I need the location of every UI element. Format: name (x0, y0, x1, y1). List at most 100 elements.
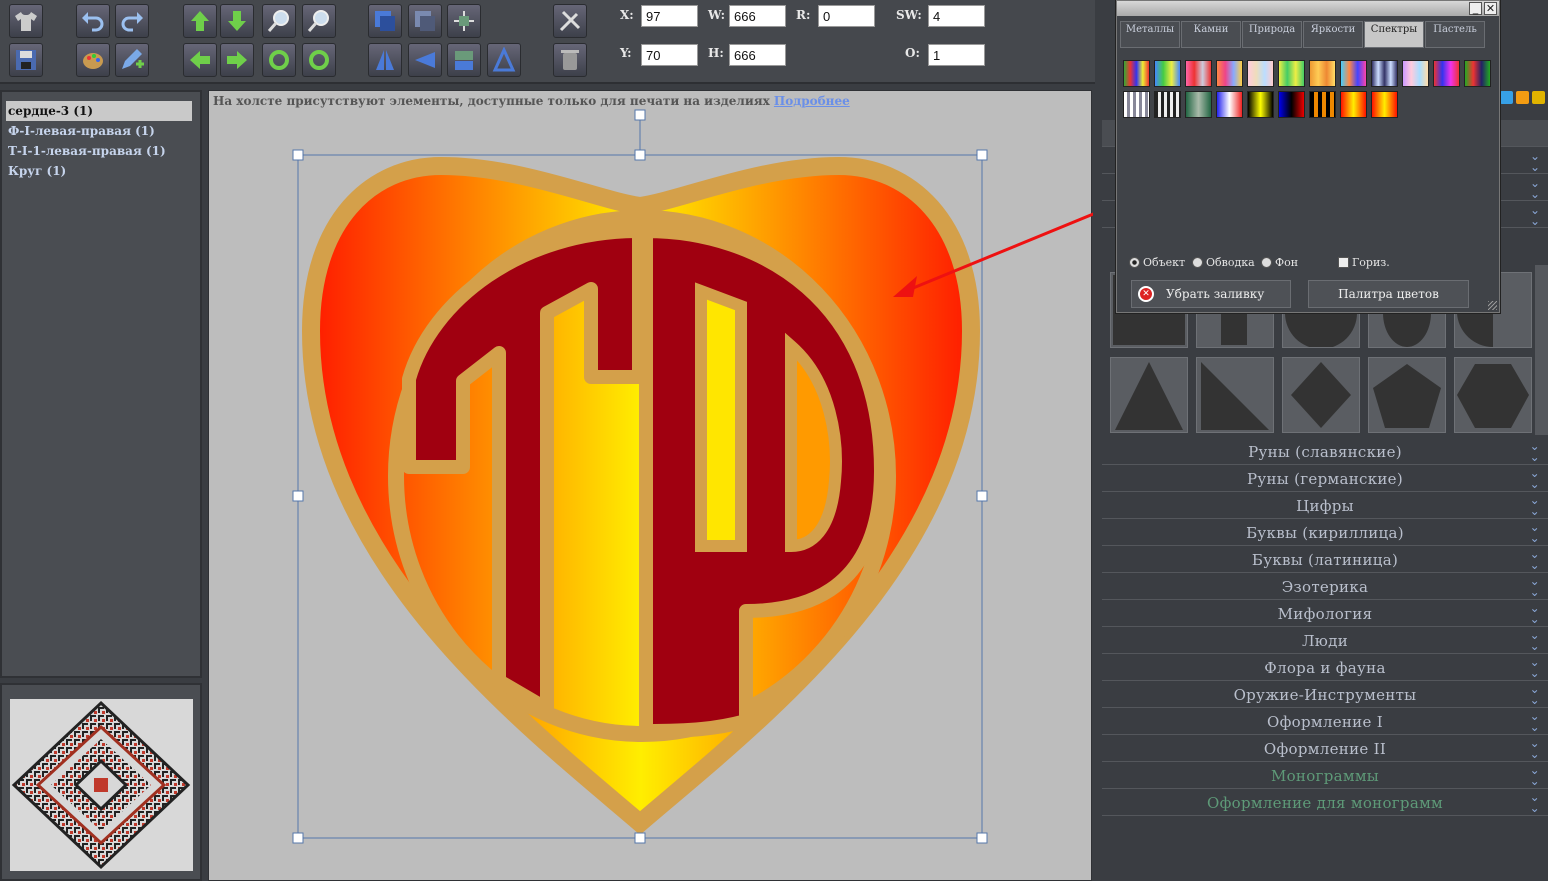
category-weapons-tools[interactable]: Оружие-Инструменты ⌄ ⌄ (1102, 682, 1548, 708)
flip-left-icon[interactable] (408, 43, 442, 77)
tab-pastel[interactable]: Пастель (1425, 21, 1485, 48)
save-icon[interactable] (9, 43, 43, 77)
gradient-swatch[interactable] (1340, 60, 1367, 87)
category-runes-slavic[interactable]: Руны (славянские) ⌄ ⌄ (1102, 439, 1548, 465)
flip-horizontal-icon[interactable] (368, 43, 402, 77)
category-decoration-1[interactable]: Оформление I ⌄ ⌄ (1102, 709, 1548, 735)
remove-fill-button[interactable]: ✕ Убрать заливку (1131, 280, 1291, 308)
layer-item[interactable]: Ф-I-левая-правая (1) (2, 121, 200, 141)
shape-hexagon[interactable] (1454, 357, 1532, 433)
mailru-icon[interactable] (1532, 91, 1545, 104)
gradient-swatch[interactable] (1123, 60, 1150, 87)
gradient-swatch[interactable] (1185, 91, 1212, 118)
category-label: Мифология (1277, 605, 1373, 623)
flip-right-icon[interactable] (487, 43, 521, 77)
radio-object[interactable]: Объект (1129, 256, 1185, 269)
category-flora-fauna[interactable]: Флора и фауна ⌄ ⌄ (1102, 655, 1548, 681)
share-icons (1500, 91, 1548, 107)
category-esoteric[interactable]: Эзотерика ⌄ ⌄ (1102, 574, 1548, 600)
move-left-icon[interactable] (183, 43, 217, 77)
shape-diamond[interactable] (1282, 357, 1360, 433)
rotate-ccw-icon[interactable] (302, 43, 336, 77)
gradient-swatch[interactable] (1185, 60, 1212, 87)
move-up-icon[interactable] (183, 4, 217, 38)
resize-grip-icon[interactable] (1488, 301, 1497, 310)
layer-item[interactable]: Т-I-1-левая-правая (1) (2, 141, 200, 161)
x-field[interactable] (641, 5, 698, 27)
undo-icon[interactable] (76, 4, 110, 38)
tab-stones[interactable]: Камни (1181, 21, 1241, 48)
twitter-icon[interactable] (1500, 91, 1513, 104)
chevron-down-icon: ⌄ ⌄ (1529, 763, 1540, 788)
move-down-icon[interactable] (220, 4, 254, 38)
category-monogram-decoration[interactable]: Оформление для монограмм ⌄ ⌄ (1102, 790, 1548, 816)
opacity-field[interactable] (928, 44, 985, 66)
tab-metals[interactable]: Металлы (1120, 21, 1180, 48)
shape-right-triangle[interactable] (1196, 357, 1274, 433)
gradient-swatch[interactable] (1433, 60, 1460, 87)
height-field[interactable] (729, 44, 786, 66)
gradient-swatch[interactable] (1278, 91, 1305, 118)
gradient-swatch[interactable] (1154, 60, 1181, 87)
gradient-swatch[interactable] (1309, 91, 1336, 118)
category-cyrillic[interactable]: Буквы (кириллица) ⌄ ⌄ (1102, 520, 1548, 546)
category-mythology[interactable]: Мифология ⌄ ⌄ (1102, 601, 1548, 627)
category-digits[interactable]: Цифры ⌄ ⌄ (1102, 493, 1548, 519)
category-decoration-2[interactable]: Оформление II ⌄ ⌄ (1102, 736, 1548, 762)
zoom-in-icon[interactable] (262, 4, 296, 38)
layer-item[interactable]: сердце-3 (1) (6, 101, 192, 121)
zoom-out-icon[interactable] (302, 4, 336, 38)
gradient-swatch[interactable] (1464, 60, 1491, 87)
trash-icon[interactable] (553, 43, 587, 77)
layer-item[interactable]: Круг (1) (2, 161, 200, 181)
gradient-swatch[interactable] (1402, 60, 1429, 87)
y-field[interactable] (641, 44, 698, 66)
pattern-preview[interactable] (10, 699, 193, 871)
radio-background[interactable]: Фон (1261, 256, 1298, 269)
gradient-swatch[interactable] (1371, 60, 1398, 87)
flip-vertical-icon[interactable] (447, 43, 481, 77)
gradient-swatch[interactable] (1247, 60, 1274, 87)
gradient-swatch[interactable] (1278, 60, 1305, 87)
category-latin[interactable]: Буквы (латиница) ⌄ ⌄ (1102, 547, 1548, 573)
gradient-swatch[interactable] (1309, 60, 1336, 87)
gradient-swatch[interactable] (1371, 91, 1398, 118)
tools-icon[interactable] (553, 4, 587, 38)
minimize-button[interactable]: _ (1469, 2, 1482, 15)
gradient-swatch[interactable] (1216, 91, 1243, 118)
bring-front-icon[interactable] (368, 4, 402, 38)
shape-triangle[interactable] (1110, 357, 1188, 433)
gradient-swatch[interactable] (1247, 91, 1274, 118)
tab-spectra[interactable]: Спектры (1364, 21, 1424, 48)
horizontal-checkbox[interactable]: Гориз. (1338, 256, 1390, 269)
radio-stroke[interactable]: Обводка (1192, 256, 1255, 269)
shape-pentagon[interactable] (1368, 357, 1446, 433)
close-button[interactable]: ✕ (1484, 2, 1497, 15)
shapes-scrollbar[interactable] (1535, 265, 1548, 435)
redo-icon[interactable] (115, 4, 149, 38)
category-monograms[interactable]: Монограммы ⌄ ⌄ (1102, 763, 1548, 789)
tab-nature[interactable]: Природа (1242, 21, 1302, 48)
edit-add-icon[interactable] (115, 43, 149, 77)
rotate-cw-icon[interactable] (262, 43, 296, 77)
gradient-swatch[interactable] (1123, 91, 1150, 118)
chevron-down-icon: ⌄ ⌄ (1529, 176, 1540, 201)
align-icon[interactable] (447, 4, 481, 38)
gradient-swatch[interactable] (1216, 60, 1243, 87)
move-right-icon[interactable] (220, 43, 254, 77)
category-runes-germanic[interactable]: Руны (германские) ⌄ ⌄ (1102, 466, 1548, 492)
category-people[interactable]: Люди ⌄ ⌄ (1102, 628, 1548, 654)
width-field[interactable] (729, 5, 786, 27)
rotation-field[interactable] (818, 5, 875, 27)
gradient-swatch[interactable] (1154, 91, 1181, 118)
design-canvas[interactable]: На холсте присутствуют элементы, доступн… (208, 90, 1093, 881)
gradient-swatch[interactable] (1340, 91, 1367, 118)
send-back-icon[interactable] (408, 4, 442, 38)
stroke-width-field[interactable] (928, 5, 985, 27)
window-titlebar[interactable]: _ ✕ (1117, 1, 1499, 16)
color-palette-button[interactable]: Палитра цветов (1308, 280, 1469, 308)
shirt-icon[interactable] (9, 4, 43, 38)
palette-icon[interactable] (76, 43, 110, 77)
odnoklassniki-icon[interactable] (1516, 91, 1529, 104)
tab-brightness[interactable]: Яркости (1303, 21, 1363, 48)
